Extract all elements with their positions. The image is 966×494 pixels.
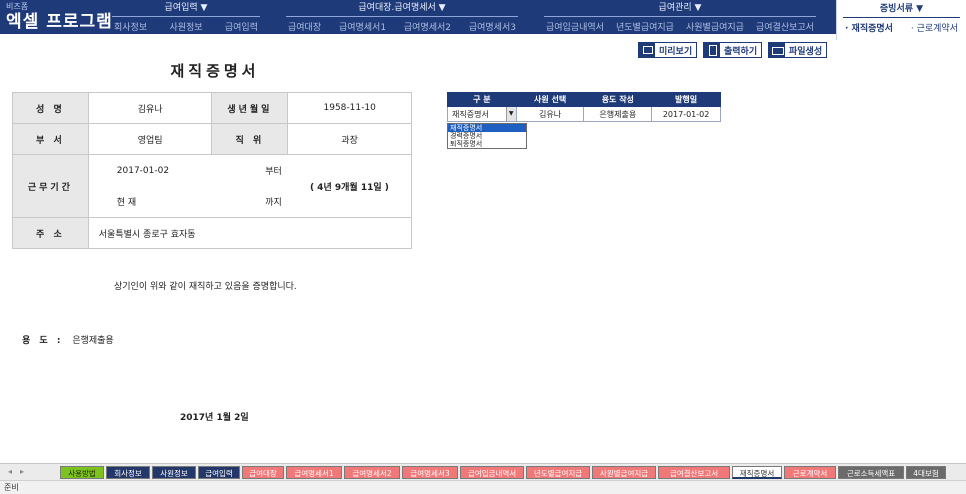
address-label: 주 소: [12, 217, 89, 249]
employee-select[interactable]: 김유나: [515, 106, 585, 122]
period-end-suffix: 까지: [265, 198, 282, 208]
sheet-tab[interactable]: 사원정보: [152, 466, 196, 479]
menu-group-title[interactable]: 급여대장.급여명세서 ▼: [286, 3, 518, 14]
name-label: 성 명: [12, 92, 89, 124]
name-value[interactable]: 김유나: [87, 92, 213, 124]
sheet-tab[interactable]: 급여입력: [198, 466, 240, 479]
top-menu-bar: 비즈폼 엑셀 프로그램 급여입력 ▼ 회사정보 사원정보 급여입력 급여대장.급…: [0, 0, 966, 34]
brand-small-text: 비즈폼: [6, 2, 29, 11]
menu-divider: [544, 16, 816, 17]
issue-date: 2017년 1월 2일: [180, 413, 249, 423]
birth-label: 생년월일: [211, 92, 289, 124]
menu-item-payroll-input[interactable]: 급여입력: [223, 20, 260, 33]
status-bar: 준비: [0, 480, 966, 494]
brand-logo: 비즈폼 엑셀 프로그램: [6, 2, 113, 32]
dropdown-option[interactable]: 퇴직증명서: [448, 140, 526, 148]
period-start-value[interactable]: 2017-01-02: [117, 166, 169, 176]
type-dropdown-list: 재직증명서 경력증명서 퇴직증명서: [447, 123, 527, 149]
menu-group-payroll-ledger: 급여대장.급여명세서 ▼ 급여대장 급여명세서1 급여명세서2 급여명세서3: [286, 3, 518, 33]
certificate-statement: 상기인이 위와 같이 재직하고 있음을 증명합니다.: [114, 282, 297, 292]
document-title: 재직증명서: [170, 62, 260, 80]
header-purpose: 용도 작성: [583, 92, 653, 107]
position-label: 직 위: [211, 123, 289, 155]
sheet-tab[interactable]: 급여명세서3: [402, 466, 458, 479]
chevron-down-icon[interactable]: ▼: [505, 107, 516, 121]
menu-item-company-info[interactable]: 회사정보: [112, 20, 149, 33]
sheet-tab-active[interactable]: 재직증명서: [732, 466, 782, 479]
type-select-value: 재직증명서: [452, 109, 489, 119]
preview-button[interactable]: 미리보기: [638, 42, 698, 58]
type-select[interactable]: 재직증명서 ▼: [447, 106, 517, 122]
dropdown-option[interactable]: 재직증명서: [448, 124, 526, 132]
sheet-tab[interactable]: 년도별급여지급: [526, 466, 590, 479]
menu-group-title[interactable]: 급여관리 ▼: [544, 3, 816, 14]
sheet-tab[interactable]: 급여대장: [242, 466, 284, 479]
menu-group-payroll-management: 급여관리 ▼ 급여입금내역서 년도별급여지급 사원별급여지급 급여결산보고서: [544, 3, 816, 33]
menu-group-title[interactable]: 증빙서류 ▼: [837, 4, 966, 15]
menu-divider: [286, 16, 518, 17]
monitor-icon: [639, 43, 655, 57]
menu-item-deposit-list[interactable]: 급여입금내역서: [544, 20, 606, 33]
printer-icon: [704, 43, 720, 57]
period-range: 2017-01-02 부터 현 재 까지: [87, 154, 288, 218]
header-employee: 사원 선택: [515, 92, 585, 107]
period-end-value: 현 재: [116, 198, 137, 208]
sheet-tab[interactable]: 사원별급여지급: [592, 466, 656, 479]
create-file-button[interactable]: 파일생성: [768, 42, 828, 58]
purpose-input[interactable]: 은행제출용: [583, 106, 653, 122]
certificate-form: 성 명 김유나 생년월일 1958-11-10 부 서 영업팀 직 위 과장 근…: [12, 92, 413, 249]
header-type: 구 분: [447, 92, 517, 107]
print-button-label: 출력하기: [724, 46, 758, 57]
menu-divider: [843, 17, 960, 18]
sheet-tab[interactable]: 4대보험: [906, 466, 946, 479]
sheet-tab[interactable]: 급여결산보고서: [658, 466, 730, 479]
menu-group-title[interactable]: 급여입력 ▼: [112, 3, 260, 14]
menu-item-payslip-3[interactable]: 급여명세서3: [467, 20, 518, 33]
sheet-tab[interactable]: 근로소득세액표: [838, 466, 904, 479]
period-label: 근무기간: [12, 154, 89, 218]
department-label: 부 서: [12, 123, 89, 155]
sheet-tab[interactable]: 회사정보: [106, 466, 150, 479]
purpose-label: 용 도 :: [22, 336, 64, 346]
menu-item-employee-info[interactable]: 사원정보: [167, 20, 204, 33]
dropdown-option[interactable]: 경력증명서: [448, 132, 526, 140]
sheet-tab[interactable]: 사용방법: [60, 466, 104, 479]
certificate-selector: 구 분 사원 선택 용도 작성 발행일 재직증명서 ▼ 김유나 은행제출용 20…: [447, 92, 721, 122]
header-issue-date: 발행일: [651, 92, 721, 107]
menu-item-labor-contract[interactable]: · 근로계약서: [909, 21, 960, 34]
folder-icon: [769, 43, 785, 57]
sheet-tab[interactable]: 급여명세서1: [286, 466, 342, 479]
brand-title: 엑셀 프로그램: [6, 12, 113, 32]
menu-item-settlement-report[interactable]: 급여결산보고서: [754, 20, 816, 33]
period-total: ( 4년 9개월 11일 ): [287, 154, 412, 218]
period-start-suffix: 부터: [265, 167, 282, 177]
sheet-tab[interactable]: 근로계약서: [784, 466, 836, 479]
menu-group-payroll-input: 급여입력 ▼ 회사정보 사원정보 급여입력: [112, 3, 260, 33]
purpose-value: 은행제출용: [72, 336, 114, 346]
menu-item-payroll-ledger[interactable]: 급여대장: [286, 20, 323, 33]
menu-group-certificates: 증빙서류 ▼ · 재직증명서 · 근로계약서: [836, 0, 966, 40]
sheet-nav-arrows-icon[interactable]: ◂▸: [8, 467, 32, 476]
birth-value[interactable]: 1958-11-10: [287, 92, 412, 124]
menu-item-employment-certificate[interactable]: · 재직증명서: [843, 21, 895, 34]
menu-item-payslip-2[interactable]: 급여명세서2: [402, 20, 453, 33]
print-button[interactable]: 출력하기: [703, 42, 763, 58]
menu-divider: [112, 16, 260, 17]
address-value[interactable]: 서울특별시 종로구 효자동: [87, 217, 413, 249]
purpose-line: 용 도 : 은행제출용: [22, 333, 114, 346]
sheet-tab[interactable]: 급여명세서2: [344, 466, 400, 479]
menu-item-payslip-1[interactable]: 급여명세서1: [337, 20, 388, 33]
create-file-button-label: 파일생성: [789, 46, 823, 57]
preview-button-label: 미리보기: [659, 46, 693, 57]
menu-item-yearly-payment[interactable]: 년도별급여지급: [614, 20, 676, 33]
department-value[interactable]: 영업팀: [87, 123, 213, 155]
position-value[interactable]: 과장: [287, 123, 412, 155]
issue-date-input[interactable]: 2017-01-02: [651, 106, 721, 122]
sheet-tab-bar: ◂▸ 사용방법 회사정보 사원정보 급여입력 급여대장 급여명세서1 급여명세서…: [0, 463, 966, 480]
menu-item-employee-payment[interactable]: 사원별급여지급: [684, 20, 746, 33]
sheet-tab[interactable]: 급여입금내역서: [460, 466, 524, 479]
